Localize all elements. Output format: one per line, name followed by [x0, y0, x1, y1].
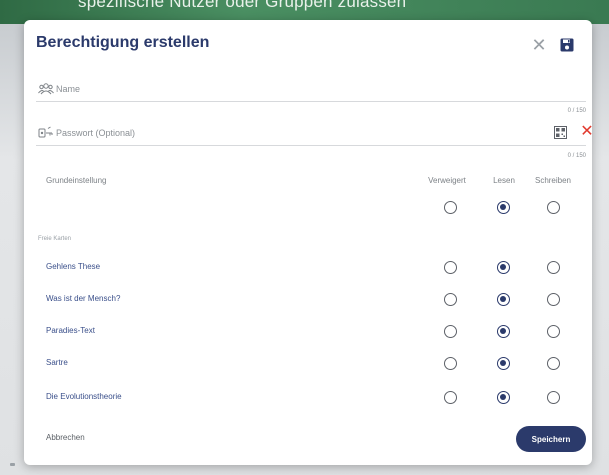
card-3-denied-radio[interactable] — [444, 325, 457, 338]
qr-code-icon — [554, 126, 567, 139]
name-field — [36, 76, 586, 102]
cards-section-label: Freie Karten — [38, 236, 72, 242]
card-2-denied-radio[interactable] — [444, 293, 457, 306]
close-icon: ✕ — [580, 123, 594, 140]
card-5-denied-radio[interactable] — [444, 391, 457, 404]
card-4-denied-radio[interactable] — [444, 357, 457, 370]
password-counter: 0 / 150 — [567, 153, 586, 159]
save-button[interactable]: Speichern — [516, 426, 586, 452]
card-1-write-radio[interactable] — [547, 261, 560, 274]
card-2-write-radio[interactable] — [547, 293, 560, 306]
name-input[interactable] — [56, 79, 536, 99]
floppy-disk-icon — [560, 38, 574, 52]
close-button[interactable]: ✕ — [528, 34, 550, 56]
name-counter: 0 / 150 — [567, 108, 586, 114]
save-icon-button[interactable] — [556, 34, 578, 56]
card-5-read-radio[interactable] — [497, 391, 510, 404]
card-1-read-radio[interactable] — [497, 261, 510, 274]
card-3-read-radio[interactable] — [497, 325, 510, 338]
card-4-write-radio[interactable] — [547, 357, 560, 370]
column-header-read: Lesen — [493, 176, 515, 185]
column-header-denied: Verweigert — [428, 176, 466, 185]
background-edge — [10, 463, 15, 466]
permission-dialog: Berechtigung erstellen ✕ 0 / 150 — [24, 20, 594, 465]
cancel-button[interactable]: Abbrechen — [46, 433, 85, 442]
users-icon — [38, 82, 54, 96]
password-field: ✕ — [36, 120, 594, 146]
card-row-label[interactable]: Was ist der Mensch? — [46, 294, 120, 303]
close-icon: ✕ — [531, 34, 547, 55]
card-5-write-radio[interactable] — [547, 391, 560, 404]
dialog-title: Berechtigung erstellen — [36, 34, 210, 51]
background-banner-text: spezifische Nutzer oder Gruppen zulassen — [78, 0, 407, 11]
card-1-denied-radio[interactable] — [444, 261, 457, 274]
qr-code-button[interactable] — [554, 126, 568, 140]
clear-password-button[interactable]: ✕ — [578, 122, 596, 142]
column-header-write: Schreiben — [534, 176, 572, 185]
card-2-read-radio[interactable] — [497, 293, 510, 306]
card-row-label[interactable]: Die Evolutionstheorie — [46, 392, 122, 401]
card-row-label[interactable]: Sartre — [46, 358, 68, 367]
password-input[interactable] — [56, 123, 536, 143]
key-icon — [38, 126, 54, 140]
card-4-read-radio[interactable] — [497, 357, 510, 370]
default-write-radio[interactable] — [547, 201, 560, 214]
default-denied-radio[interactable] — [444, 201, 457, 214]
card-row-label[interactable]: Paradies-Text — [46, 326, 95, 335]
card-3-write-radio[interactable] — [547, 325, 560, 338]
card-row-label[interactable]: Gehlens These — [46, 262, 100, 271]
default-read-radio[interactable] — [497, 201, 510, 214]
default-setting-label: Grundeinstellung — [46, 176, 107, 185]
